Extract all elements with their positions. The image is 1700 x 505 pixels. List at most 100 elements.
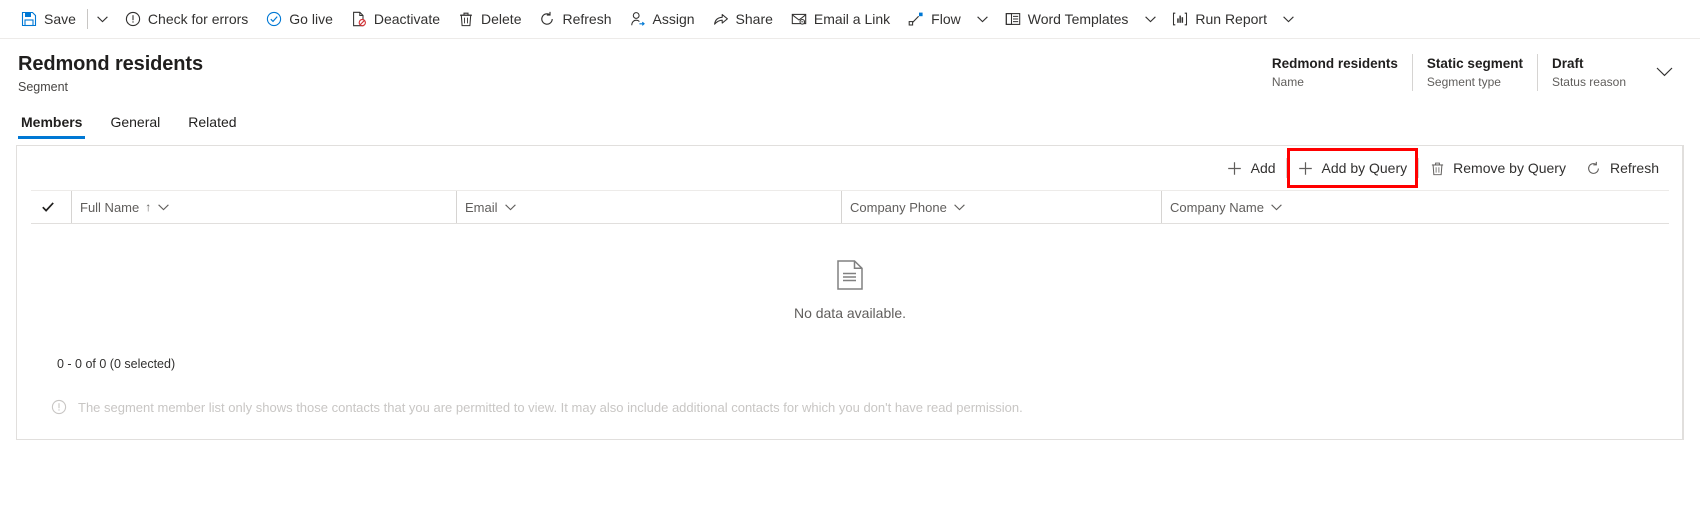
email-link-icon bbox=[791, 11, 807, 27]
tab-general-label: General bbox=[110, 114, 161, 130]
command-refresh[interactable]: Refresh bbox=[530, 0, 620, 38]
grid-right-edge bbox=[1682, 146, 1683, 439]
command-email-a-link-label: Email a Link bbox=[813, 11, 891, 27]
trash-icon bbox=[458, 11, 474, 27]
header-field-segment-type[interactable]: Static segment Segment type bbox=[1411, 54, 1537, 91]
header-field-segment-type-value: Static segment bbox=[1426, 56, 1523, 71]
grid-command-add-by-query[interactable]: Add by Query bbox=[1286, 148, 1419, 188]
command-separator bbox=[86, 9, 88, 29]
trash-icon bbox=[1429, 160, 1445, 176]
document-icon bbox=[837, 260, 863, 295]
plus-icon bbox=[1298, 160, 1314, 176]
column-header-email[interactable]: Email bbox=[456, 191, 841, 223]
page-title: Redmond residents bbox=[18, 53, 203, 75]
tab-members-label: Members bbox=[21, 114, 83, 130]
share-icon bbox=[713, 11, 729, 27]
command-share-label: Share bbox=[735, 11, 773, 27]
command-run-report[interactable]: Run Report bbox=[1163, 0, 1276, 38]
grid-permission-note-text: The segment member list only shows those… bbox=[78, 399, 1023, 415]
page-subtitle: Segment bbox=[18, 80, 69, 94]
command-deactivate[interactable]: Deactivate bbox=[342, 0, 449, 38]
grid-command-add[interactable]: Add bbox=[1217, 151, 1286, 185]
tab-list: Members General Related bbox=[0, 105, 1700, 139]
word-templates-dropdown-chevron-down-icon[interactable] bbox=[1137, 0, 1163, 38]
run-report-dropdown-chevron-down-icon[interactable] bbox=[1276, 0, 1302, 38]
tab-related-label: Related bbox=[188, 114, 237, 130]
grid-command-remove-by-query-label: Remove by Query bbox=[1453, 160, 1566, 176]
command-save-label: Save bbox=[44, 11, 76, 27]
column-header-company-name[interactable]: Company Name bbox=[1161, 191, 1491, 223]
header-fields: Redmond residents Name Static segment Se… bbox=[1258, 49, 1682, 91]
save-dropdown-chevron-down-icon[interactable] bbox=[90, 0, 116, 38]
grid-command-bar: Add Add by Query Remove by Query Refresh bbox=[17, 146, 1683, 190]
command-word-templates[interactable]: Word Templates bbox=[996, 0, 1138, 38]
run-report-icon bbox=[1172, 11, 1188, 27]
header-expand-chevron-down-icon[interactable] bbox=[1646, 54, 1682, 90]
info-icon bbox=[51, 399, 67, 415]
command-flow[interactable]: Flow bbox=[899, 0, 970, 38]
grid-empty-state-text: No data available. bbox=[793, 305, 907, 321]
assign-person-icon bbox=[630, 11, 646, 27]
command-word-templates-label: Word Templates bbox=[1027, 11, 1129, 27]
grid-command-add-by-query-label: Add by Query bbox=[1321, 160, 1408, 176]
command-deactivate-label: Deactivate bbox=[373, 11, 441, 27]
command-flow-label: Flow bbox=[931, 11, 961, 27]
command-go-live-label: Go live bbox=[289, 11, 333, 27]
chevron-down-icon[interactable] bbox=[158, 203, 170, 211]
grid-record-count: 0 - 0 of 0 (0 selected) bbox=[57, 357, 176, 371]
command-share[interactable]: Share bbox=[704, 0, 782, 38]
column-header-company-phone[interactable]: Company Phone bbox=[841, 191, 1161, 223]
record-title-block: Redmond residents Segment bbox=[18, 49, 1258, 96]
command-run-report-label: Run Report bbox=[1195, 11, 1267, 27]
flow-dropdown-chevron-down-icon[interactable] bbox=[970, 0, 996, 38]
command-refresh-label: Refresh bbox=[562, 11, 612, 27]
command-email-a-link[interactable]: Email a Link bbox=[782, 0, 899, 38]
chevron-down-icon[interactable] bbox=[954, 203, 965, 211]
column-header-full-name-label: Full Name bbox=[80, 199, 140, 215]
command-check-for-errors[interactable]: Check for errors bbox=[116, 0, 257, 38]
command-delete-label: Delete bbox=[481, 11, 522, 27]
flow-icon bbox=[908, 11, 924, 27]
grid-command-remove-by-query[interactable]: Remove by Query bbox=[1419, 151, 1576, 185]
refresh-icon bbox=[1586, 160, 1602, 176]
select-all-checkbox[interactable] bbox=[41, 200, 71, 214]
grid-command-refresh-label: Refresh bbox=[1609, 160, 1659, 176]
header-field-name[interactable]: Redmond residents Name bbox=[1258, 54, 1412, 91]
record-header: Redmond residents Segment Redmond reside… bbox=[0, 39, 1700, 101]
tab-general[interactable]: General bbox=[107, 113, 163, 139]
refresh-icon bbox=[539, 11, 555, 27]
command-go-live[interactable]: Go live bbox=[257, 0, 342, 38]
header-field-status-reason-caption: Status reason bbox=[1551, 75, 1626, 89]
header-field-status-reason-value: Draft bbox=[1551, 56, 1584, 71]
check-circle-icon bbox=[266, 11, 282, 27]
column-header-email-label: Email bbox=[465, 199, 498, 215]
command-check-for-errors-label: Check for errors bbox=[147, 11, 249, 27]
grid-permission-note: The segment member list only shows those… bbox=[17, 399, 1683, 415]
command-assign[interactable]: Assign bbox=[621, 0, 704, 38]
error-circle-icon bbox=[125, 11, 141, 27]
header-field-status-reason[interactable]: Draft Status reason bbox=[1536, 54, 1640, 91]
tab-members[interactable]: Members bbox=[18, 113, 86, 139]
sort-ascending-icon: ↑ bbox=[145, 200, 152, 214]
header-field-name-caption: Name bbox=[1271, 75, 1304, 89]
column-header-company-phone-label: Company Phone bbox=[850, 199, 947, 215]
chevron-down-icon[interactable] bbox=[1271, 203, 1282, 211]
grid-command-add-label: Add bbox=[1250, 160, 1276, 176]
tab-related[interactable]: Related bbox=[185, 113, 239, 139]
main-command-bar: Save Check for errors Go live Deactivate… bbox=[0, 0, 1700, 39]
command-save[interactable]: Save bbox=[12, 0, 85, 38]
column-header-full-name[interactable]: Full Name ↑ bbox=[71, 191, 456, 223]
header-field-segment-type-caption: Segment type bbox=[1426, 75, 1501, 89]
column-header-company-name-label: Company Name bbox=[1170, 199, 1264, 215]
command-delete[interactable]: Delete bbox=[449, 0, 530, 38]
grid-empty-state: No data available. bbox=[17, 224, 1683, 349]
save-icon bbox=[21, 11, 37, 27]
grid-column-header-row: Full Name ↑ Email Company Phone Company … bbox=[31, 190, 1669, 224]
chevron-down-icon[interactable] bbox=[504, 203, 516, 211]
header-field-name-value: Redmond residents bbox=[1271, 56, 1398, 71]
grid-command-refresh[interactable]: Refresh bbox=[1576, 151, 1669, 185]
command-assign-label: Assign bbox=[652, 11, 695, 27]
word-template-icon bbox=[1005, 11, 1021, 27]
plus-icon bbox=[1227, 160, 1243, 176]
deactivate-icon bbox=[351, 11, 367, 27]
